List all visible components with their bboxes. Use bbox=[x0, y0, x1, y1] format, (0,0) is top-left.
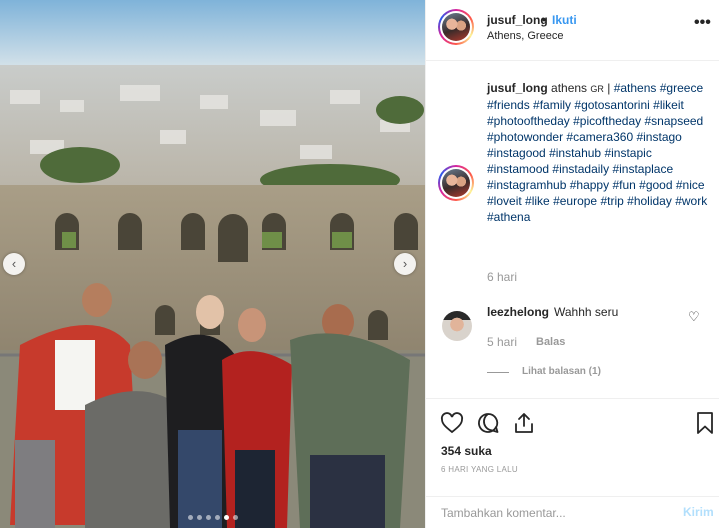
hashtag-link[interactable]: #picoftheday bbox=[573, 114, 641, 128]
hashtag-link[interactable]: #fun bbox=[612, 178, 635, 192]
hashtag-link[interactable]: #good bbox=[639, 178, 672, 192]
caption-time: 6 hari bbox=[487, 270, 518, 284]
photo-image bbox=[0, 0, 425, 528]
bookmark-icon[interactable] bbox=[693, 411, 717, 435]
hashtag-link[interactable]: #like bbox=[525, 194, 550, 208]
hashtag-link[interactable]: #instagood bbox=[487, 146, 546, 160]
hashtag-link[interactable]: #instahub bbox=[549, 146, 601, 160]
carousel-indicator bbox=[0, 515, 425, 520]
hashtag-link[interactable]: #europe bbox=[553, 194, 597, 208]
post-timestamp: 6 HARI YANG LALU bbox=[441, 465, 518, 474]
hashtag-link[interactable]: #trip bbox=[600, 194, 623, 208]
carousel-dot bbox=[205, 515, 211, 520]
hashtag-link[interactable]: #loveit bbox=[487, 194, 522, 208]
hashtag-link[interactable]: #instapic bbox=[604, 146, 651, 160]
comment-like-icon[interactable]: ♡ bbox=[688, 309, 700, 325]
follow-button[interactable]: Ikuti bbox=[552, 13, 577, 27]
more-options-icon[interactable]: ••• bbox=[694, 14, 711, 32]
caption-text: jusuf_long athens GR | #athens #greece #… bbox=[487, 80, 712, 225]
like-count[interactable]: 354 suka bbox=[441, 444, 492, 458]
comment-icon[interactable] bbox=[476, 411, 500, 435]
hashtag-link[interactable]: #instaplace bbox=[612, 162, 673, 176]
hashtag-link[interactable]: #likeit bbox=[653, 98, 684, 112]
reply-button[interactable]: Balas bbox=[536, 336, 565, 348]
hashtag-link[interactable]: #instago bbox=[636, 130, 681, 144]
caption-avatar[interactable] bbox=[438, 165, 474, 201]
hashtag-link[interactable]: #greece bbox=[660, 81, 703, 95]
add-comment-bar: Kirim bbox=[426, 496, 719, 528]
comment-input[interactable] bbox=[441, 503, 661, 523]
comment-username[interactable]: leezhelong bbox=[487, 305, 549, 319]
next-slide-button[interactable]: › bbox=[394, 253, 416, 275]
carousel-dot bbox=[214, 515, 220, 520]
hashtag-link[interactable]: #instadaily bbox=[552, 162, 609, 176]
caption-prefix: athens bbox=[551, 81, 588, 95]
replies-divider bbox=[487, 372, 509, 373]
post-comment-button[interactable]: Kirim bbox=[683, 505, 714, 519]
header-separator: • bbox=[542, 13, 547, 27]
post-details-panel: jusuf_long • Ikuti Athens, Greece ••• ju… bbox=[425, 0, 719, 528]
caption-username[interactable]: jusuf_long bbox=[487, 81, 548, 95]
hashtag-link[interactable]: #work bbox=[675, 194, 707, 208]
caption-divider: | bbox=[607, 81, 611, 95]
carousel-dot bbox=[187, 515, 193, 520]
country-code: GR bbox=[590, 84, 604, 94]
hashtag-link[interactable]: #instamood bbox=[487, 162, 549, 176]
hashtag-link[interactable]: #snapseed bbox=[645, 114, 704, 128]
hashtag-link[interactable]: #instagramhub bbox=[487, 178, 566, 192]
carousel-dot bbox=[196, 515, 202, 520]
header-username[interactable]: jusuf_long bbox=[487, 13, 548, 27]
hashtag-link[interactable]: #nice bbox=[676, 178, 705, 192]
carousel-dot bbox=[223, 515, 229, 520]
heart-icon[interactable] bbox=[440, 411, 464, 435]
hashtag-link[interactable]: #camera360 bbox=[566, 130, 633, 144]
comment-avatar[interactable] bbox=[442, 311, 472, 341]
hashtag-link[interactable]: #holiday bbox=[627, 194, 672, 208]
post-photo[interactable]: ‹ › bbox=[0, 0, 425, 528]
action-bar: 354 suka 6 HARI YANG LALU bbox=[426, 398, 719, 496]
carousel-dot bbox=[232, 515, 238, 520]
location-link[interactable]: Athens, Greece bbox=[487, 30, 563, 42]
hashtag-link[interactable]: #family bbox=[533, 98, 571, 112]
prev-slide-button[interactable]: ‹ bbox=[3, 253, 25, 275]
hashtag-link[interactable]: #friends bbox=[487, 98, 530, 112]
hashtag-link[interactable]: #athens bbox=[614, 81, 657, 95]
hashtag-link[interactable]: #photowonder bbox=[487, 130, 563, 144]
hashtag-link[interactable]: #happy bbox=[570, 178, 609, 192]
hashtag-link[interactable]: #photooftheday bbox=[487, 114, 570, 128]
post-header: jusuf_long • Ikuti Athens, Greece ••• bbox=[426, 0, 719, 61]
comment-time: 5 hari bbox=[487, 335, 518, 349]
hashtag-link[interactable]: #athena bbox=[487, 210, 530, 224]
hashtag-list: #athens #greece #friends #family #gotosa… bbox=[487, 81, 707, 224]
hashtag-link[interactable]: #gotosantorini bbox=[574, 98, 649, 112]
avatar[interactable] bbox=[438, 9, 474, 45]
view-replies-button[interactable]: Lihat balasan (1) bbox=[522, 366, 601, 377]
share-icon[interactable] bbox=[512, 411, 536, 435]
comment-text: Wahhh seru bbox=[554, 305, 619, 319]
